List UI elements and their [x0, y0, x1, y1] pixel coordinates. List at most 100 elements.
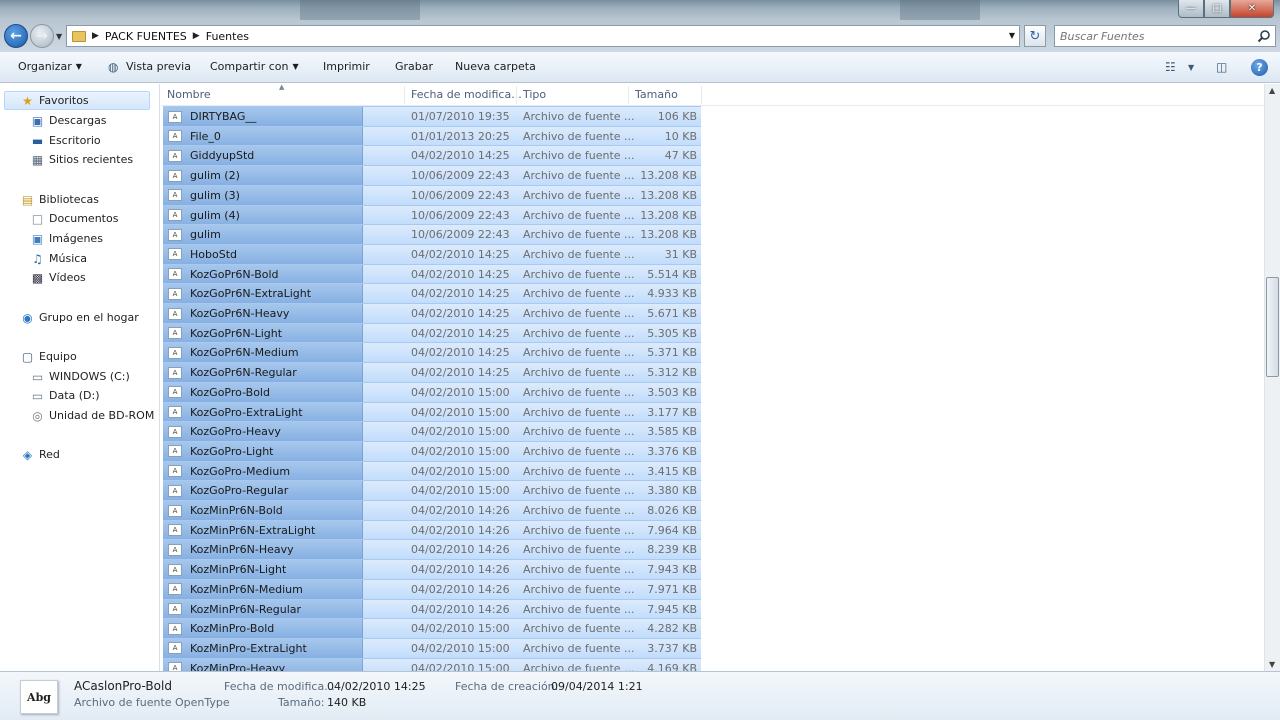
name-cell[interactable]: A KozMinPro-Heavy [163, 658, 363, 671]
file-row[interactable]: A KozMinPr6N-Heavy 04/02/2010 14:26 Archivo… [163, 539, 701, 560]
name-cell[interactable]: A KozGoPro-Regular [163, 481, 363, 501]
nav-network[interactable]: ◈ Red [20, 445, 60, 464]
nav-favorites[interactable]: ★ Favoritos [4, 91, 150, 110]
file-row[interactable]: A KozMinPro-Heavy 04/02/2010 15:00 Archivo … [163, 657, 701, 671]
maximize-button[interactable]: □ [1204, 0, 1230, 18]
name-cell[interactable]: A KozMinPr6N-ExtraLight [163, 520, 363, 540]
file-row[interactable]: A KozMinPr6N-Bold 04/02/2010 14:26 Archivo … [163, 500, 701, 520]
column-header-size[interactable]: Tamaño [635, 88, 678, 101]
nav-videos[interactable]: ▩ Vídeos [30, 268, 86, 287]
nav-libraries[interactable]: ▤ Bibliotecas [20, 190, 99, 209]
file-row[interactable]: A KozGoPr6N-ExtraLight 04/02/2010 14:25 Arc… [163, 283, 701, 304]
scroll-down-icon[interactable]: ▼ [1269, 660, 1275, 669]
print-button[interactable]: Imprimir [323, 60, 370, 73]
file-row[interactable]: A KozGoPro-Regular 04/02/2010 15:00 Archivo… [163, 480, 701, 501]
name-cell[interactable]: A KozGoPro-ExtraLight [163, 402, 363, 422]
file-row[interactable]: A KozGoPr6N-Heavy 04/02/2010 14:25 Archivo … [163, 303, 701, 323]
file-row[interactable]: A KozGoPr6N-Light 04/02/2010 14:25 Archivo … [163, 322, 701, 343]
file-row[interactable]: A GiddyupStd 04/02/2010 14:25 Archivo de fu… [163, 145, 701, 166]
nav-desktop[interactable]: ▬ Escritorio [30, 131, 101, 150]
name-cell[interactable]: A KozGoPr6N-ExtraLight [163, 284, 363, 304]
file-row[interactable]: A KozMinPr6N-Regular 04/02/2010 14:26 Archi… [163, 598, 701, 619]
name-cell[interactable]: A KozGoPro-Medium [163, 461, 363, 481]
name-cell[interactable]: A KozGoPro-Heavy [163, 422, 363, 442]
file-row[interactable]: A KozGoPr6N-Medium 04/02/2010 14:25 Archivo… [163, 342, 701, 363]
back-button[interactable]: ← [4, 24, 28, 48]
name-cell[interactable]: A KozMinPr6N-Light [163, 560, 363, 580]
name-cell[interactable]: A KozGoPr6N-Regular [163, 363, 363, 383]
name-cell[interactable]: A KozGoPro-Light [163, 441, 363, 461]
breadcrumb-separator-icon[interactable]: ▶ [92, 31, 99, 41]
name-cell[interactable]: A KozMinPr6N-Bold [163, 501, 363, 520]
file-row[interactable]: A KozGoPro-ExtraLight 04/02/2010 15:00 Arch… [163, 401, 701, 422]
scrollbar-thumb[interactable] [1266, 277, 1279, 377]
nav-drive-c[interactable]: ▭ WINDOWS (C:) [30, 367, 130, 386]
organize-button[interactable]: Organizar ▼ [18, 60, 82, 73]
recent-pages-dropdown[interactable]: ▼ [56, 32, 62, 41]
chevron-down-icon[interactable]: ▼ [1188, 63, 1194, 72]
forward-button[interactable]: → [30, 24, 54, 48]
nav-homegroup[interactable]: ◉ Grupo en el hogar [20, 308, 138, 327]
name-cell[interactable]: A KozGoPr6N-Light [163, 323, 363, 343]
file-row[interactable]: A KozMinPr6N-Medium 04/02/2010 14:26 Archiv… [163, 578, 701, 599]
column-divider[interactable] [516, 86, 517, 104]
new-folder-button[interactable]: Nueva carpeta [455, 60, 536, 73]
file-row[interactable]: A HoboStd 04/02/2010 14:25 Archivo de fuent… [163, 243, 701, 264]
vertical-scrollbar[interactable]: ▲ ▼ [1264, 84, 1280, 671]
name-cell[interactable]: A File_0 [163, 126, 363, 146]
column-divider[interactable] [404, 86, 405, 104]
breadcrumb-item[interactable]: PACK FUENTES [105, 30, 187, 43]
address-bar[interactable]: ▶ PACK FUENTES ▶ Fuentes ▼ [66, 25, 1020, 47]
file-row[interactable]: A DIRTYBAG__ 01/07/2010 19:35 Archivo de fu… [163, 106, 701, 126]
name-cell[interactable]: A HoboStd [163, 244, 363, 264]
nav-drive-d[interactable]: ▭ Data (D:) [30, 386, 100, 405]
file-row[interactable]: Agulim (4) 10/06/2009 22:43 Archivo de fue… [163, 204, 701, 225]
file-row[interactable]: A File_0 01/01/2013 20:25 Archivo de fuente… [163, 125, 701, 146]
name-cell[interactable]: Agulim [163, 225, 363, 245]
file-row[interactable]: A KozMinPr6N-ExtraLight 04/02/2010 14:26 Ar… [163, 519, 701, 540]
share-button[interactable]: Compartir con ▼ [210, 60, 299, 73]
scroll-up-icon[interactable]: ▲ [1269, 86, 1275, 95]
nav-music[interactable]: ♫ Música [30, 249, 87, 268]
file-row[interactable]: A KozGoPro-Bold 04/02/2010 15:00 Archivo de… [163, 381, 701, 402]
column-header-name[interactable]: Nombre [167, 88, 211, 101]
name-cell[interactable]: A KozMinPro-Bold [163, 619, 363, 639]
nav-images[interactable]: ▣ Imágenes [30, 229, 103, 248]
file-row[interactable]: A KozGoPr6N-Bold 04/02/2010 14:25 Archivo d… [163, 263, 701, 284]
nav-bd-rom[interactable]: ◎ Unidad de BD-ROM [30, 406, 154, 425]
file-row[interactable]: A KozMinPro-ExtraLight 04/02/2010 15:00 Arc… [163, 637, 701, 658]
column-header-type[interactable]: Tipo [523, 88, 546, 101]
file-row[interactable]: Agulim (3) 10/06/2009 22:43 Archivo de fue… [163, 184, 701, 205]
view-options-icon[interactable]: ☷ [1165, 60, 1176, 74]
name-cell[interactable]: A DIRTYBAG__ [163, 107, 363, 126]
name-cell[interactable]: A KozMinPr6N-Heavy [163, 540, 363, 560]
search-input[interactable] [1060, 29, 1250, 43]
file-row[interactable]: Agulim 10/06/2009 22:43 Archivo de fuente … [163, 224, 701, 245]
search-icon[interactable] [1257, 29, 1271, 43]
nav-downloads[interactable]: ▣ Descargas [30, 111, 107, 130]
file-row[interactable]: Agulim (2) 10/06/2009 22:43 Archivo de fue… [163, 165, 701, 186]
file-row[interactable]: A KozGoPro-Light 04/02/2010 15:00 Archivo d… [163, 440, 701, 461]
preview-pane-icon[interactable]: ◫ [1216, 60, 1227, 74]
file-row[interactable]: A KozGoPro-Heavy 04/02/2010 15:00 Archivo d… [163, 421, 701, 442]
file-row[interactable]: A KozGoPr6N-Regular 04/02/2010 14:25 Archiv… [163, 362, 701, 383]
name-cell[interactable]: A KozGoPro-Bold [163, 382, 363, 402]
name-cell[interactable]: A GiddyupStd [163, 146, 363, 166]
column-divider[interactable] [701, 86, 702, 104]
name-cell[interactable]: A KozMinPr6N-Medium [163, 579, 363, 599]
chevron-down-icon[interactable]: ▼ [1009, 31, 1015, 40]
name-cell[interactable]: A KozMinPr6N-Regular [163, 599, 363, 619]
nav-documents[interactable]: □ Documentos [30, 209, 119, 228]
name-cell[interactable]: A KozGoPr6N-Heavy [163, 304, 363, 323]
name-cell[interactable]: A KozGoPr6N-Bold [163, 264, 363, 284]
name-cell[interactable]: A KozMinPro-ExtraLight [163, 638, 363, 658]
help-button[interactable]: ? [1251, 59, 1268, 76]
column-header-date[interactable]: Fecha de modifica... [411, 88, 522, 101]
refresh-button[interactable]: ↻ [1024, 25, 1046, 47]
breadcrumb-separator-icon[interactable]: ▶ [193, 31, 200, 41]
file-row[interactable]: A KozMinPr6N-Light 04/02/2010 14:26 Archivo… [163, 559, 701, 580]
column-divider[interactable] [628, 86, 629, 104]
minimize-button[interactable]: — [1178, 0, 1204, 18]
name-cell[interactable]: A KozGoPr6N-Medium [163, 343, 363, 363]
breadcrumb-item[interactable]: Fuentes [206, 30, 249, 43]
